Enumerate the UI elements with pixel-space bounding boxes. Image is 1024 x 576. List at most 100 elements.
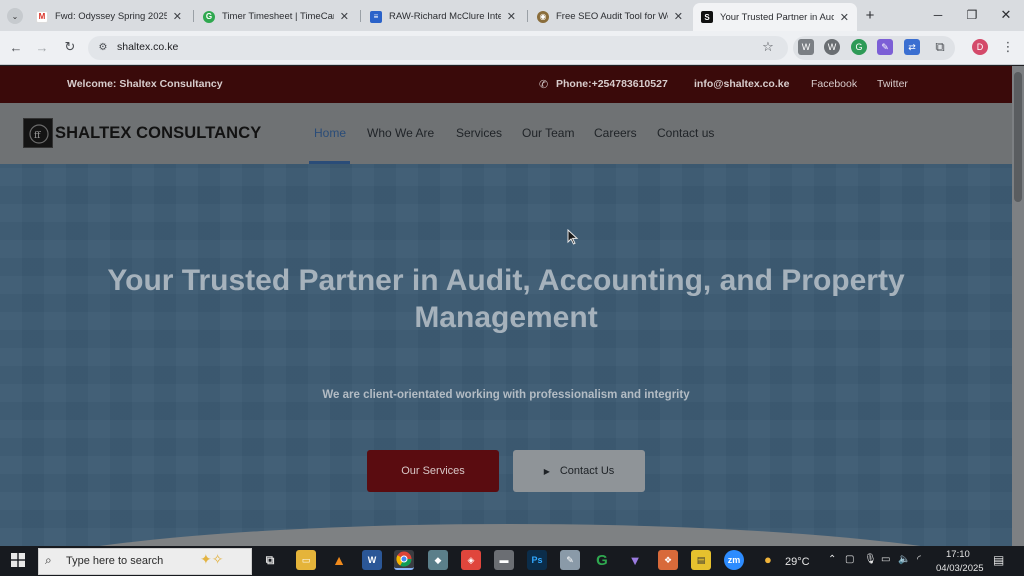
profile-initial: D [976,42,984,52]
close-tab-icon[interactable]: ✕ [340,10,349,23]
new-tab-button[interactable]: + [861,6,879,24]
hero-section: Your Trusted Partner in Audit, Accountin… [0,164,1012,546]
search-highlight-icon: ✦✧ [200,551,224,567]
close-tab-icon[interactable]: ✕ [173,10,182,23]
phone-link[interactable]: Phone:+254783610527 [556,78,668,90]
extensions-puzzle-icon[interactable]: ⧉ [932,39,948,55]
close-tab-icon[interactable]: ✕ [507,10,516,23]
word-icon[interactable]: W [362,550,382,570]
windows-start-icon[interactable] [11,553,25,567]
extension-w-icon[interactable]: W [798,39,814,55]
email-link[interactable]: info@shaltex.co.ke [694,78,789,90]
bookmark-star-icon[interactable]: ☆ [759,38,777,56]
phone-icon: ✆ [539,79,549,91]
clock-time[interactable]: 17:10 [946,549,970,560]
tab-search-dropdown-icon[interactable]: ⌄ [7,8,23,24]
minimize-button[interactable]: ─ [929,6,947,24]
contact-us-button[interactable]: ▶ Contact Us [513,450,645,492]
shaltex-favicon: S [701,11,713,23]
welcome-text: Welcome: Shaltex Consultancy [67,78,223,90]
nav-contact-us[interactable]: Contact us [657,126,714,140]
weather-icon[interactable]: ● [764,552,772,567]
browser-tab[interactable]: ≡ RAW-Richard McClure Interv ✕ [362,4,524,29]
extension-wordpress-icon[interactable]: W [824,39,840,55]
nav-who-we-are[interactable]: Who We Are [367,126,434,140]
tab-title: Free SEO Audit Tool for We [556,11,668,22]
sticky-notes-icon[interactable]: ▤ [691,550,711,570]
browser-tab-active[interactable]: S Your Trusted Partner in Audi ✕ [693,3,857,31]
play-icon: ▶ [543,466,550,476]
app-orange-icon[interactable]: ❖ [658,550,678,570]
taskbar-search-placeholder[interactable]: Type here to search [66,555,163,567]
browser-tab[interactable]: M Fwd: Odyssey Spring 2025 | ✕ [28,4,190,29]
site-top-bar: Welcome: Shaltex Consultancy ✆ Phone:+25… [0,66,1012,103]
our-services-button[interactable]: Our Services [367,450,499,492]
show-hidden-icons-icon[interactable]: ⌃ [828,554,836,565]
twitter-link[interactable]: Twitter [877,78,908,90]
url-text[interactable]: shaltex.co.ke [117,41,178,53]
photoshop-icon[interactable]: Ps [527,550,547,570]
reload-icon[interactable]: ↻ [61,38,79,56]
close-tab-icon[interactable]: ✕ [674,10,683,23]
logo-text[interactable]: SHALTEX CONSULTANCY [55,124,261,143]
scrollbar-thumb[interactable] [1014,72,1022,202]
paint-icon[interactable]: ✎ [560,550,580,570]
vlc-icon[interactable]: ▲ [329,550,349,570]
search-icon: ⌕ [45,553,52,567]
nav-careers[interactable]: Careers [594,126,637,140]
microphone-icon[interactable]: 🎙 [864,554,877,565]
vpn-icon[interactable]: ▼ [625,550,645,570]
notification-icon[interactable]: ▤ [993,553,1004,567]
google-docs-icon: ≡ [370,10,382,23]
web-page: Welcome: Shaltex Consultancy ✆ Phone:+25… [0,66,1012,546]
logo-icon[interactable]: ff [23,118,53,148]
nav-our-team[interactable]: Our Team [522,126,574,140]
gmail-icon: M [36,10,48,23]
extension-translate-icon[interactable]: ⇄ [904,39,920,55]
tab-title: Fwd: Odyssey Spring 2025 | [55,11,167,22]
profile-avatar[interactable]: D [972,39,988,55]
restore-button[interactable]: ❐ [963,6,981,24]
browser-tab[interactable]: G Timer Timesheet | TimeCam ✕ [195,4,357,29]
browser-menu-icon[interactable]: ⋮ [999,38,1017,56]
app-window-icon[interactable]: ▬ [494,550,514,570]
browser-tab[interactable]: ◉ Free SEO Audit Tool for We ✕ [529,4,691,29]
mouse-cursor-icon [567,229,579,245]
browser-tab-strip: ⌄ M Fwd: Odyssey Spring 2025 | ✕ G Timer… [0,0,1024,31]
weather-temperature[interactable]: 29°C [785,556,810,568]
wifi-icon[interactable]: ◜ [917,554,921,565]
back-arrow-icon[interactable]: ← [7,38,25,56]
seo-tool-icon: ◉ [537,10,549,23]
contact-us-label: Contact Us [559,465,615,477]
hero-title: Your Trusted Partner in Audit, Accountin… [107,264,905,334]
tab-title: RAW-Richard McClure Interv [389,11,501,22]
extension-grammarly-icon[interactable]: G [851,39,867,55]
network-icon[interactable]: ▭ [881,554,890,565]
extensions-group [793,36,955,60]
hero-wave-divider [0,524,1012,546]
app-icon-generic[interactable]: ◆ [428,550,448,570]
task-view-icon[interactable]: ⧉ [260,550,280,570]
close-tab-icon[interactable]: ✕ [840,11,849,24]
nav-home[interactable]: Home [314,126,346,140]
close-window-button[interactable]: ✕ [997,6,1015,24]
volume-icon[interactable]: 🔈 [898,554,910,565]
forward-arrow-icon[interactable]: → [33,38,51,56]
tab-title: Your Trusted Partner in Audi [720,11,834,23]
nav-services[interactable]: Services [456,126,502,140]
clock-date[interactable]: 04/03/2025 [936,563,984,574]
facebook-link[interactable]: Facebook [811,78,857,90]
site-navbar: ff SHALTEX CONSULTANCY Home Who We Are S… [0,103,1012,164]
anydesk-icon[interactable]: ◈ [461,550,481,570]
site-settings-icon[interactable]: ⚙ [94,38,112,56]
extension-pen-icon[interactable]: ✎ [877,39,893,55]
grammarly-app-icon[interactable]: G [592,550,612,570]
chrome-icon[interactable] [394,550,414,570]
address-bar[interactable] [88,36,788,60]
zoom-icon[interactable]: zm [724,550,744,570]
timecamp-icon: G [203,10,215,23]
meet-now-icon[interactable]: ▢ [845,554,854,565]
svg-text:ff: ff [34,131,41,141]
tab-title: Timer Timesheet | TimeCam [222,11,334,22]
file-explorer-icon[interactable]: ▭ [296,550,316,570]
